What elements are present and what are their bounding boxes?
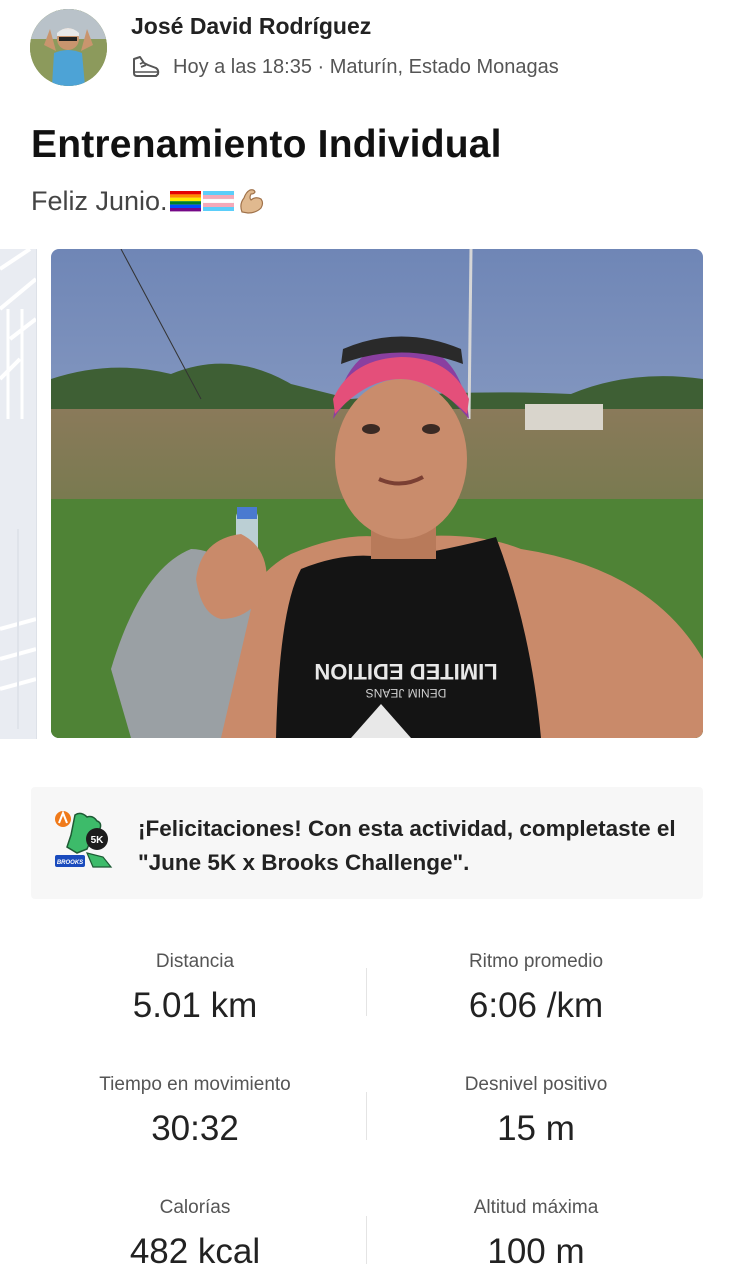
activity-photo[interactable]: LIMITED EDITION DENIM JEANS (51, 249, 703, 738)
badge-brand-text: BROOKS (57, 860, 83, 866)
activity-meta-text: Hoy a las 18:35 · Maturín, Estado Monaga… (173, 55, 559, 78)
stat-average-pace: Ritmo promedio 6:06 /km (366, 948, 706, 1028)
stat-value: 6:06 /km (468, 986, 604, 1025)
stat-label: Tiempo en movimiento (99, 1074, 291, 1095)
challenge-message: ¡Felicitaciones! Con esta actividad, com… (138, 816, 676, 875)
challenge-completed-card[interactable]: 5K BROOKS ¡Felicitaciones! Con esta acti… (31, 787, 703, 899)
stat-value: 30:32 (151, 1109, 239, 1148)
running-shoe-icon (133, 56, 160, 77)
stat-value: 5.01 km (132, 986, 258, 1025)
stat-calories: Calorías 482 kcal (25, 1194, 365, 1274)
stat-elevation-gain: Desnivel positivo 15 m (366, 1071, 706, 1151)
activity-title[interactable]: Entrenamiento Individual (31, 123, 502, 167)
avatar[interactable] (30, 9, 107, 86)
shirt-print-text: LIMITED EDITION (314, 659, 497, 684)
route-map-thumbnail[interactable] (0, 249, 37, 739)
description-text: Feliz Junio. (31, 185, 168, 216)
stat-label: Desnivel positivo (464, 1074, 608, 1095)
stat-moving-time: Tiempo en movimiento 30:32 (25, 1071, 365, 1151)
stat-value: 482 kcal (129, 1232, 261, 1271)
activity-description: Feliz Junio. (31, 184, 266, 218)
stat-divider (366, 1092, 367, 1140)
activity-header: José David Rodríguez Hoy a las 18:35 · M… (0, 0, 733, 100)
stat-divider (366, 968, 367, 1016)
stat-value: 100 m (487, 1232, 585, 1271)
stat-label: Calorías (159, 1197, 231, 1218)
shirt-print-subtext: DENIM JEANS (366, 686, 447, 700)
stat-max-elevation: Altitud máxima 100 m (366, 1194, 706, 1274)
stat-distance: Distancia 5.01 km (25, 948, 365, 1028)
activity-stats: Distancia 5.01 km Ritmo promedio 6:06 /k… (0, 930, 733, 1280)
transgender-flag-icon (202, 191, 234, 211)
badge-5k-text: 5K (91, 835, 105, 846)
user-name[interactable]: José David Rodríguez (131, 13, 371, 40)
stat-label: Distancia (155, 951, 235, 972)
rainbow-flag-icon (169, 191, 201, 212)
challenge-badge-icon: 5K BROOKS (55, 810, 113, 868)
stat-label: Ritmo promedio (468, 951, 604, 972)
stat-value: 15 m (497, 1109, 575, 1148)
stat-label: Altitud máxima (473, 1197, 599, 1218)
stat-divider (366, 1216, 367, 1264)
flexed-biceps-icon (239, 189, 263, 214)
activity-meta: Hoy a las 18:35 · Maturín, Estado Monaga… (131, 53, 559, 81)
